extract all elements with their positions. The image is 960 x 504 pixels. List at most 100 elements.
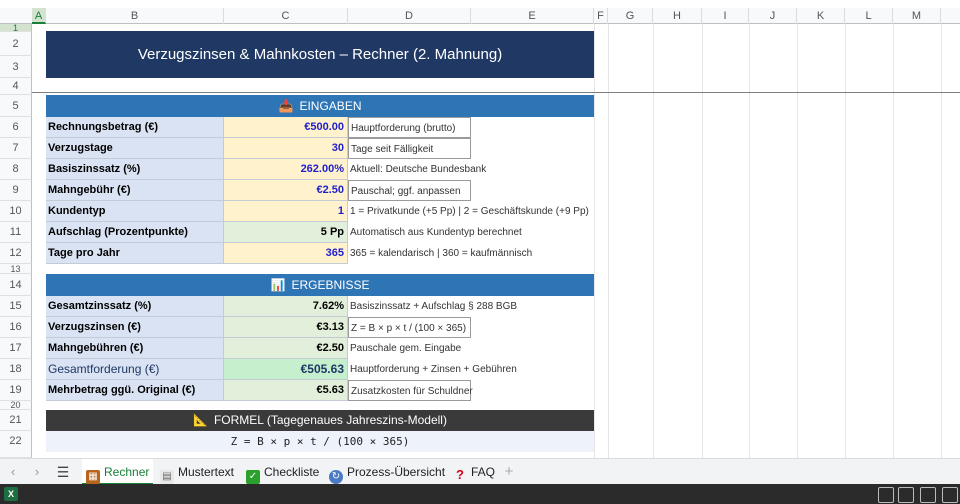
column-header-l[interactable]: L [845, 8, 893, 24]
row-header-11[interactable]: 11 [0, 222, 32, 243]
gridline [797, 24, 798, 458]
cell-note-gesamtforderung[interactable]: Hauptforderung + Zinsen + Gebühren [348, 359, 517, 380]
cell-input-kundentyp[interactable]: 1 [224, 201, 348, 222]
cell-label-mahngebuehren[interactable]: Mahngebühren (€) [46, 338, 224, 359]
os-taskbar: X [0, 484, 960, 504]
cell-input-verzugstage[interactable]: 30 [224, 138, 348, 159]
cell-note-verzugstage[interactable]: Tage seit Fälligkeit [348, 138, 471, 159]
gridline [702, 24, 703, 458]
cell-label-verzugstage[interactable]: Verzugstage [46, 138, 224, 159]
column-header-b[interactable]: B [46, 8, 224, 24]
row-header-2[interactable]: 2 [0, 32, 32, 56]
cell-note-gesamtzinssatz[interactable]: Basiszinssatz + Aufschlag § 288 BGB [348, 296, 517, 317]
tab-prozess-uebersicht[interactable]: ↻ Prozess-Übersicht [325, 459, 449, 485]
column-header-i[interactable]: I [702, 8, 749, 24]
row-header-14[interactable]: 14 [0, 274, 32, 296]
cell-value-mahngebuehren[interactable]: €2.50 [224, 338, 348, 359]
row-header-10[interactable]: 10 [0, 201, 32, 222]
formula-section-header: 📐 FORMEL (Tagegenaues Jahreszins-Modell) [46, 410, 594, 431]
cell-value-verzugszinsen[interactable]: €3.13 [224, 317, 348, 338]
row-header-22[interactable]: 22 [0, 431, 32, 458]
row-header-5[interactable]: 5 [0, 95, 32, 117]
column-header-f[interactable]: F [594, 8, 608, 24]
cell-note-verzugszinsen[interactable]: Z = B × p × t / (100 × 365) [348, 317, 471, 338]
column-header-j[interactable]: J [749, 8, 797, 24]
cell-label-aufschlag[interactable]: Aufschlag (Prozentpunkte) [46, 222, 224, 243]
cell-note-aufschlag[interactable]: Automatisch aus Kundentyp berechnet [348, 222, 522, 243]
gridline [749, 24, 750, 458]
cell-note-mahngebuehren[interactable]: Pauschale gem. Eingabe [348, 338, 461, 359]
cell-input-tage-pro-jahr[interactable]: 365 [224, 243, 348, 264]
row-header-13[interactable]: 13 [0, 264, 32, 274]
row-header-19[interactable]: 19 [0, 380, 32, 401]
row-header-3[interactable]: 3 [0, 56, 32, 78]
cell-value-mehrbetrag[interactable]: €5.63 [224, 380, 348, 401]
row-header-17[interactable]: 17 [0, 338, 32, 359]
scroll-right-icon[interactable]: › [28, 459, 46, 485]
cell-value-gesamtforderung[interactable]: €505.63 [224, 359, 348, 380]
row-header-7[interactable]: 7 [0, 138, 32, 159]
results-header-label: ERGEBNISSE [291, 278, 370, 292]
tab-faq[interactable]: ? FAQ [449, 459, 499, 485]
inbox-tray-icon: 📥 [278, 99, 294, 113]
cell-label-gesamtforderung[interactable]: Gesamtforderung (€) [46, 359, 224, 380]
results-section-header: 📊 ERGEBNISSE [46, 274, 594, 296]
row-header-9[interactable]: 9 [0, 180, 32, 201]
save-icon[interactable] [898, 487, 914, 503]
column-header-h[interactable]: H [653, 8, 702, 24]
add-sheet-icon[interactable]: + [500, 459, 518, 485]
cell-note-mehrbetrag[interactable]: Zusatzkosten für Schuldner [348, 380, 473, 401]
cell-label-mahngebuehr[interactable]: Mahngebühr (€) [46, 180, 224, 201]
column-header-m[interactable]: M [893, 8, 941, 24]
column-header-e[interactable]: E [471, 8, 594, 24]
row-header-6[interactable]: 6 [0, 117, 32, 138]
column-header-c[interactable]: C [224, 8, 348, 24]
row-header-12[interactable]: 12 [0, 243, 32, 264]
formula-text[interactable]: Z = B × p × t / (100 × 365) [46, 431, 594, 452]
row-header-8[interactable]: 8 [0, 159, 32, 180]
tab-rechner[interactable]: ▦ Rechner [82, 459, 154, 485]
tab-checkliste-label: Checkliste [264, 465, 320, 479]
inputs-section-header: 📥 EINGABEN [46, 95, 594, 117]
cell-note-tage-pro-jahr[interactable]: 365 = kalendarisch | 360 = kaufmännisch [348, 243, 532, 264]
column-header-k[interactable]: K [797, 8, 845, 24]
cell-label-rechnungsbetrag[interactable]: Rechnungsbetrag (€) [46, 117, 224, 138]
row-header-20[interactable]: 20 [0, 401, 32, 410]
cell-label-kundentyp[interactable]: Kundentyp [46, 201, 224, 222]
tab-mustertext[interactable]: ▤ Mustertext [156, 459, 238, 485]
column-header-bar: A B C D E F G H I J K L M [0, 8, 960, 24]
row-header-16[interactable]: 16 [0, 317, 32, 338]
column-header-d[interactable]: D [348, 8, 471, 24]
cell-note-basiszinssatz[interactable]: Aktuell: Deutsche Bundesbank [348, 159, 486, 180]
scroll-left-icon[interactable]: ‹ [4, 459, 22, 485]
cell-label-mehrbetrag[interactable]: Mehrbetrag ggü. Original (€) [46, 380, 224, 401]
cell-label-gesamtzinssatz[interactable]: Gesamtzinssatz (%) [46, 296, 224, 317]
cell-label-verzugszinsen[interactable]: Verzugszinsen (€) [46, 317, 224, 338]
cell-value-aufschlag[interactable]: 5 Pp [224, 222, 348, 243]
cell-value-gesamtzinssatz[interactable]: 7.62% [224, 296, 348, 317]
layout-icon[interactable] [920, 487, 936, 503]
restore-icon[interactable] [942, 487, 958, 503]
cell-label-basiszinssatz[interactable]: Basiszinssatz (%) [46, 159, 224, 180]
tab-checkliste[interactable]: ✓ Checkliste [242, 459, 323, 485]
inputs-header-label: EINGABEN [299, 99, 362, 113]
gridline [941, 24, 942, 458]
cell-note-rechnungsbetrag[interactable]: Hauptforderung (brutto) [348, 117, 471, 138]
cell-label-tage-pro-jahr[interactable]: Tage pro Jahr [46, 243, 224, 264]
cell-input-mahngebuehr[interactable]: €2.50 [224, 180, 348, 201]
excel-app-icon[interactable]: X [4, 487, 18, 501]
column-header-g[interactable]: G [608, 8, 653, 24]
column-header-a[interactable]: A [32, 8, 46, 24]
all-sheets-menu-icon[interactable]: ☰ [54, 459, 72, 485]
row-header-4[interactable]: 4 [0, 78, 32, 95]
cell-note-kundentyp[interactable]: 1 = Privatkunde (+5 Pp) | 2 = Geschäftsk… [348, 201, 589, 222]
window-icon[interactable] [878, 487, 894, 503]
cell-note-mahngebuehr[interactable]: Pauschal; ggf. anpassen [348, 180, 471, 201]
row-header-15[interactable]: 15 [0, 296, 32, 317]
cell-input-rechnungsbetrag[interactable]: €500.00 [224, 117, 348, 138]
gridline [653, 24, 654, 458]
cell-input-basiszinssatz[interactable]: 262.00% [224, 159, 348, 180]
row-header-18[interactable]: 18 [0, 359, 32, 380]
row-header-21[interactable]: 21 [0, 410, 32, 431]
row-header-1[interactable]: 1 [0, 24, 32, 33]
